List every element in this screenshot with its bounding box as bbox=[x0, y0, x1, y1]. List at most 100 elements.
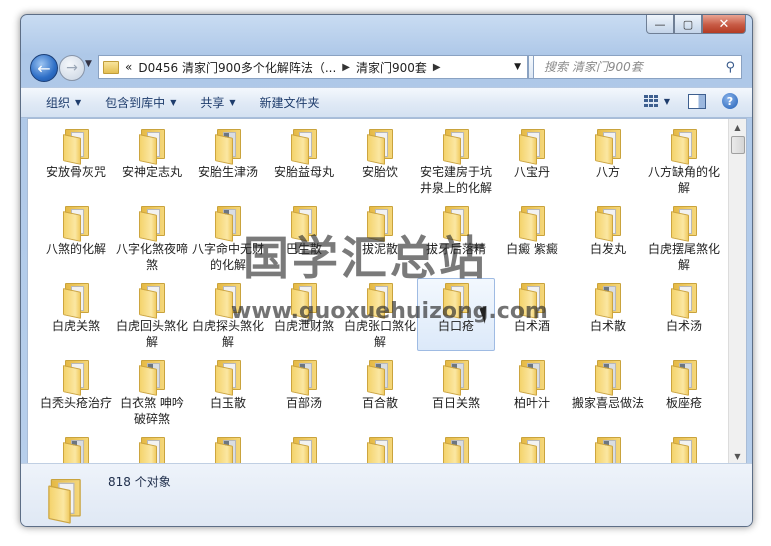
folder-label: 百部汤 bbox=[285, 396, 322, 410]
organize-button[interactable]: 组织 ▼ bbox=[46, 94, 81, 111]
preview-pane-icon[interactable] bbox=[688, 93, 706, 109]
folder-icon bbox=[138, 206, 166, 242]
folder-icon bbox=[366, 360, 394, 396]
folder-item[interactable]: 白术汤 bbox=[646, 279, 722, 350]
folder-label: 白术散 bbox=[589, 319, 626, 333]
folder-icon bbox=[518, 129, 546, 165]
caption-buttons: — ▢ ✕ bbox=[646, 15, 746, 34]
folder-item[interactable]: 巴生散 bbox=[266, 202, 342, 273]
folder-item[interactable] bbox=[114, 433, 190, 464]
folder-item[interactable]: 八宝丹 bbox=[494, 125, 570, 196]
search-icon[interactable]: ⚲ bbox=[725, 60, 735, 75]
folder-item[interactable]: 板座疮 bbox=[646, 356, 722, 427]
breadcrumb-overflow[interactable]: « bbox=[125, 60, 132, 74]
folder-item[interactable]: 白癜 紫癜 bbox=[494, 202, 570, 273]
folder-item[interactable] bbox=[190, 433, 266, 464]
folder-item[interactable]: 百合散 bbox=[342, 356, 418, 427]
folder-item[interactable]: 白衣煞 呻吟破碎煞 bbox=[114, 356, 190, 427]
folder-item[interactable]: 搬家喜忌做法 bbox=[570, 356, 646, 427]
vertical-scrollbar[interactable]: ▲ ▼ bbox=[728, 119, 746, 464]
close-button[interactable]: ✕ bbox=[702, 15, 746, 34]
folder-item[interactable]: 白虎泄财煞 bbox=[266, 279, 342, 350]
folder-icon bbox=[62, 437, 90, 464]
folder-item[interactable]: 安胎生津汤 bbox=[190, 125, 266, 196]
folder-item[interactable]: 白秃头疮治疗 bbox=[38, 356, 114, 427]
breadcrumb-separator-icon[interactable]: ▶ bbox=[433, 62, 441, 73]
folder-item[interactable] bbox=[646, 433, 722, 464]
scroll-thumb[interactable] bbox=[731, 136, 745, 154]
folder-item[interactable]: 八字命中无财的化解 bbox=[190, 202, 266, 273]
folder-item[interactable]: 八煞的化解 bbox=[38, 202, 114, 273]
folder-item[interactable]: 白虎回头煞化解 bbox=[114, 279, 190, 350]
folder-item[interactable]: 安胎益母丸 bbox=[266, 125, 342, 196]
folder-item[interactable]: 白发丸 bbox=[570, 202, 646, 273]
folder-icon bbox=[518, 283, 546, 319]
scroll-up-icon[interactable]: ▲ bbox=[729, 119, 746, 135]
folder-item[interactable]: 安神定志丸 bbox=[114, 125, 190, 196]
recent-pages-button[interactable]: ▼ bbox=[85, 59, 92, 69]
folder-item[interactable]: 百日关煞 bbox=[418, 356, 494, 427]
folder-item[interactable]: 安宅建房于坑井泉上的化解 bbox=[418, 125, 494, 196]
folder-label: 白口疮 bbox=[437, 319, 474, 333]
folder-item[interactable]: 拔牙后落精 bbox=[418, 202, 494, 273]
folder-item[interactable]: 白虎摆尾煞化解 bbox=[646, 202, 722, 273]
folder-item[interactable] bbox=[494, 433, 570, 464]
address-dropdown-icon[interactable]: ▼ bbox=[514, 62, 521, 72]
folder-item[interactable]: 柏叶汁 bbox=[494, 356, 570, 427]
file-list-pane[interactable]: 安放骨灰咒 安神定志丸 安胎生津汤 安胎益母丸 安胎饮 安宅建房于坑井泉上的化解 八宝丹 八方… bbox=[27, 118, 747, 465]
scroll-down-icon[interactable]: ▼ bbox=[729, 448, 746, 464]
folder-label: 安宅建房于坑井泉上的化解 bbox=[420, 165, 493, 195]
address-bar[interactable]: « D0456 清家门900多个化解阵法（... ▶ 清家门900套 ▶ ▼ bbox=[98, 55, 528, 79]
folder-icon bbox=[594, 129, 622, 165]
folder-item[interactable]: 安放骨灰咒 bbox=[38, 125, 114, 196]
folder-item[interactable] bbox=[418, 433, 494, 464]
breadcrumb-item-parent[interactable]: D0456 清家门900多个化解阵法（... bbox=[138, 59, 336, 76]
forward-button[interactable]: → bbox=[59, 55, 85, 81]
back-button[interactable]: ← bbox=[30, 54, 58, 82]
folder-item[interactable]: 白玉散 bbox=[190, 356, 266, 427]
new-folder-button[interactable]: 新建文件夹 bbox=[260, 94, 320, 111]
folder-label: 白发丸 bbox=[589, 242, 626, 256]
view-grid-icon[interactable] bbox=[643, 95, 658, 107]
folder-item[interactable]: 白术酒 bbox=[494, 279, 570, 350]
folder-item[interactable]: 百部汤 bbox=[266, 356, 342, 427]
folder-item[interactable]: 白虎张口煞化解 bbox=[342, 279, 418, 350]
folder-item[interactable] bbox=[38, 433, 114, 464]
folder-item[interactable]: 拔泥散 bbox=[342, 202, 418, 273]
folder-item[interactable] bbox=[570, 433, 646, 464]
folder-icon bbox=[214, 283, 242, 319]
folder-item[interactable]: 白术散 bbox=[570, 279, 646, 350]
breadcrumb-separator-icon[interactable]: ▶ bbox=[342, 62, 350, 73]
folder-icon bbox=[214, 206, 242, 242]
minimize-button[interactable]: — bbox=[646, 15, 674, 34]
address-row: ← → ▼ « D0456 清家门900多个化解阵法（... ▶ 清家门900套… bbox=[21, 51, 752, 82]
folder-item[interactable]: 八方 bbox=[570, 125, 646, 196]
folder-label: 安胎生津汤 bbox=[197, 165, 258, 179]
folder-label: 安胎益母丸 bbox=[273, 165, 334, 179]
share-button[interactable]: 共享 ▼ bbox=[200, 94, 235, 111]
folder-icon bbox=[138, 283, 166, 319]
folder-icon bbox=[594, 360, 622, 396]
folder-item[interactable] bbox=[266, 433, 342, 464]
breadcrumb-item-current[interactable]: 清家门900套 bbox=[356, 59, 427, 76]
folder-icon bbox=[214, 437, 242, 464]
search-input[interactable] bbox=[542, 59, 721, 75]
chevron-down-icon[interactable]: ▼ bbox=[664, 97, 670, 106]
folder-item[interactable]: 白虎探头煞化解 bbox=[190, 279, 266, 350]
folder-icon bbox=[290, 437, 318, 464]
file-grid: 安放骨灰咒 安神定志丸 安胎生津汤 安胎益母丸 安胎饮 安宅建房于坑井泉上的化解 八宝丹 八方… bbox=[38, 125, 728, 464]
folder-label: 白虎泄财煞 bbox=[273, 319, 334, 333]
folder-item[interactable] bbox=[342, 433, 418, 464]
folder-item[interactable]: 八方缺角的化解 bbox=[646, 125, 722, 196]
folder-label: 百日关煞 bbox=[431, 396, 480, 410]
help-icon[interactable]: ? bbox=[722, 93, 738, 109]
folder-item[interactable]: 白虎关煞 bbox=[38, 279, 114, 350]
folder-icon bbox=[290, 206, 318, 242]
folder-label: 安胎饮 bbox=[361, 165, 398, 179]
folder-item[interactable]: 八字化煞夜啼煞 bbox=[114, 202, 190, 273]
folder-item[interactable]: 安胎饮 bbox=[342, 125, 418, 196]
include-in-library-button[interactable]: 包含到库中 ▼ bbox=[105, 94, 176, 111]
maximize-button[interactable]: ▢ bbox=[674, 15, 702, 34]
explorer-window: — ▢ ✕ ← → ▼ « D0456 清家门900多个化解阵法（... ▶ 清… bbox=[20, 14, 753, 527]
chevron-down-icon: ▼ bbox=[170, 98, 177, 107]
